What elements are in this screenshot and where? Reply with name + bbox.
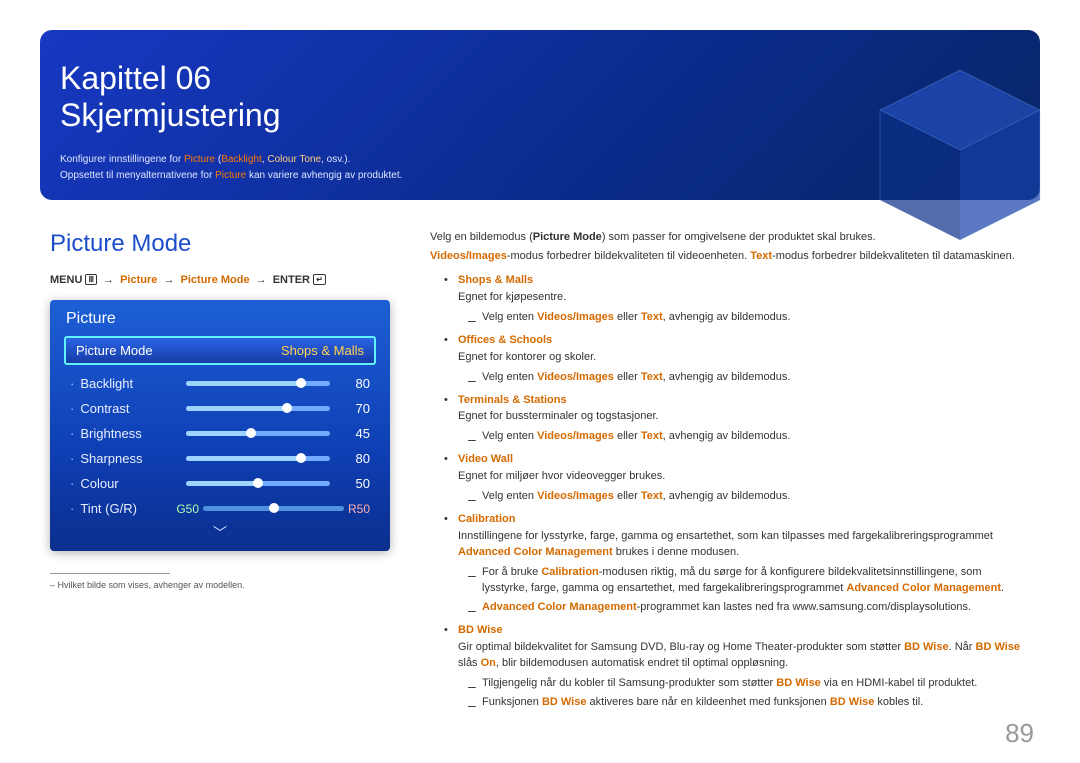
slider-label: Backlight — [80, 376, 176, 391]
txt: Text — [750, 250, 772, 262]
menu-label: MENU — [50, 274, 82, 286]
highlight-picture: Picture — [184, 154, 215, 165]
txt: Velg en bildemodus ( — [430, 231, 533, 243]
slider-label: Contrast — [80, 401, 176, 416]
txt: Picture Mode — [533, 231, 602, 243]
mode-desc: Innstillingene for lysstyrke, farge, gam… — [458, 529, 1030, 561]
mode-desc: Egnet for miljøer hvor videovegger bruke… — [458, 469, 1030, 485]
mode-desc: Egnet for bussterminaler og togstasjoner… — [458, 409, 1030, 425]
path-picture: Picture — [120, 274, 157, 286]
path-picture-mode: Picture Mode — [181, 274, 250, 286]
chapter-subtext: Konfigurer innstillingene for Picture (B… — [60, 152, 402, 184]
mode-subitem: Velg enten Videos/Images eller Text, avh… — [458, 310, 1030, 326]
chapter-title: Skjermjustering — [60, 97, 281, 133]
slider-label: Colour — [80, 476, 176, 491]
mode-desc: Gir optimal bildekvalitet for Samsung DV… — [458, 640, 1030, 672]
picture-mode-label: Picture Mode — [76, 343, 153, 358]
slider-track[interactable] — [186, 381, 330, 386]
picture-mode-value: Shops & Malls — [281, 343, 364, 358]
slider-track[interactable] — [186, 456, 330, 461]
enter-label: ENTER — [273, 274, 310, 286]
slider-row-contrast[interactable]: ·Contrast70 — [64, 396, 376, 421]
mode-item: BD Wise Gir optimal bildekvalitet for Sam… — [430, 623, 1030, 711]
cube-decoration — [860, 50, 1060, 250]
txt: Oppsettet til menyalternativene for — [60, 170, 215, 181]
slider-value: 45 — [340, 426, 370, 441]
slider-track[interactable] — [186, 431, 330, 436]
slider-value: 80 — [340, 376, 370, 391]
osd-picture-panel: Picture Picture Mode Shops & Malls ·Back… — [50, 300, 390, 551]
slider-row-backlight[interactable]: ·Backlight80 — [64, 371, 376, 396]
txt: kan variere avhengig av produktet. — [246, 170, 402, 181]
footnote: – Hvilket bilde som vises, avhenger av m… — [50, 580, 390, 590]
chapter-number: Kapittel 06 — [60, 60, 211, 96]
txt: ) som passer for omgivelsene der produkt… — [602, 231, 876, 243]
highlight-picture: Picture — [215, 170, 246, 181]
mode-item: Video Wall Egnet for miljøer hvor videove… — [430, 452, 1030, 505]
tint-slider[interactable] — [203, 506, 344, 511]
slider-track[interactable] — [186, 481, 330, 486]
txt: , osv.). — [321, 154, 350, 165]
mode-subitem: Velg enten Videos/Images eller Text, avh… — [458, 489, 1030, 505]
chapter-heading: Kapittel 06 Skjermjustering Konfigurer i… — [60, 60, 402, 184]
menu-path: MENU Ⅲ → Picture → Picture Mode → ENTER … — [50, 274, 390, 286]
menu-icon: Ⅲ — [85, 274, 97, 285]
enter-icon: ↵ — [313, 274, 326, 285]
footnote-divider — [50, 573, 170, 574]
slider-value: 80 — [340, 451, 370, 466]
tint-label: Tint (G/R) — [80, 501, 176, 516]
mode-subitem: Velg enten Videos/Images eller Text, avh… — [458, 370, 1030, 386]
tint-g-value: G50 — [176, 502, 203, 516]
panel-title: Picture — [64, 310, 376, 328]
picture-mode-row[interactable]: Picture Mode Shops & Malls — [64, 336, 376, 365]
slider-row-sharpness[interactable]: ·Sharpness80 — [64, 446, 376, 471]
slider-row-brightness[interactable]: ·Brightness45 — [64, 421, 376, 446]
chevron-down-icon[interactable]: ﹀ — [64, 521, 376, 543]
mode-item: Offices & Schools Egnet for kontorer og s… — [430, 333, 1030, 386]
highlight-colour-tone: Colour Tone — [267, 154, 321, 165]
footnote-text: Hvilket bilde som vises, avhenger av mod… — [58, 580, 245, 590]
txt: Konfigurer innstillingene for — [60, 154, 184, 165]
slider-label: Sharpness — [80, 451, 176, 466]
mode-item: Shops & Malls Egnet for kjøpesentre. Velg … — [430, 273, 1030, 326]
tint-row[interactable]: · Tint (G/R) G50 R50 — [64, 496, 376, 521]
mode-name: Shops & Malls — [458, 274, 533, 286]
slider-value: 50 — [340, 476, 370, 491]
slider-track[interactable] — [186, 406, 330, 411]
mode-name: Offices & Schools — [458, 334, 552, 346]
mode-item: Terminals & Stations Egnet for busstermin… — [430, 393, 1030, 446]
txt: -modus forbedrer bildekvaliteten til vid… — [507, 250, 750, 262]
slider-row-colour[interactable]: ·Colour50 — [64, 471, 376, 496]
mode-name: Terminals & Stations — [458, 394, 567, 406]
tint-r-value: R50 — [344, 502, 370, 516]
mode-subitem: For å bruke Calibration-modusen riktig, … — [458, 565, 1030, 597]
slider-label: Brightness — [80, 426, 176, 441]
mode-desc: Egnet for kontorer og skoler. — [458, 350, 1030, 366]
mode-subitem: Advanced Color Management-programmet kan… — [458, 600, 1030, 616]
mode-name: Calibration — [458, 513, 515, 525]
txt: Videos/Images — [430, 250, 507, 262]
mode-subitem: Tilgjengelig når du kobler til Samsung-p… — [458, 676, 1030, 692]
mode-subitem: Velg enten Videos/Images eller Text, avh… — [458, 429, 1030, 445]
description-column: Velg en bildemodus (Picture Mode) som pa… — [430, 230, 1030, 733]
highlight-backlight: Backlight — [221, 154, 262, 165]
mode-name: Video Wall — [458, 453, 513, 465]
mode-subitem: Funksjonen BD Wise aktiveres bare når en… — [458, 695, 1030, 711]
mode-desc: Egnet for kjøpesentre. — [458, 290, 1030, 306]
slider-value: 70 — [340, 401, 370, 416]
section-title: Picture Mode — [50, 230, 390, 258]
mode-item: Calibration Innstillingene for lysstyrke,… — [430, 512, 1030, 616]
mode-name: BD Wise — [458, 624, 503, 636]
txt: -modus forbedrer bildekvaliteten til dat… — [772, 250, 1015, 262]
page-number: 89 — [1005, 718, 1034, 749]
